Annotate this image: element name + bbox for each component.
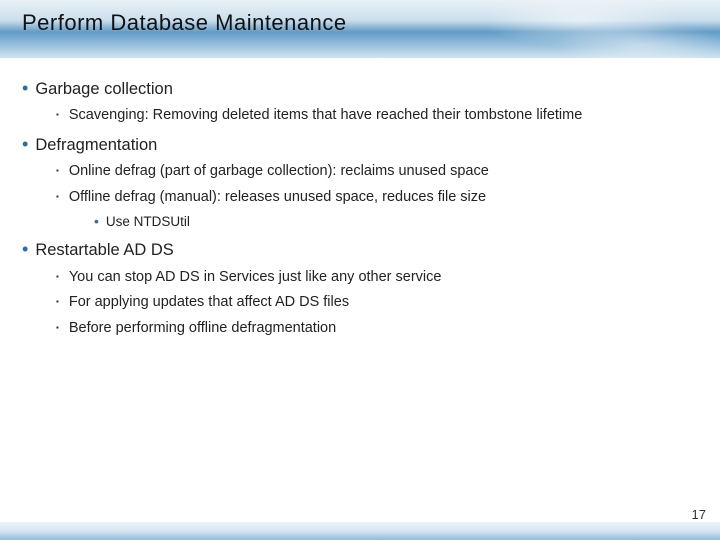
list-item: ▪ Before performing offline defragmentat…	[56, 319, 698, 339]
item-text: For applying updates that affect AD DS f…	[69, 293, 698, 313]
square-bullet-icon: ▪	[56, 319, 59, 337]
list-item: ▪ You can stop AD DS in Services just li…	[56, 268, 698, 288]
heading-text: Defragmentation	[35, 134, 698, 156]
bullet-icon: •	[22, 78, 28, 98]
slide-content: • Garbage collection ▪ Scavenging: Remov…	[22, 70, 698, 344]
bullet-icon: •	[94, 213, 99, 230]
item-text: You can stop AD DS in Services just like…	[69, 268, 698, 288]
list-item: ▪ Offline defrag (manual): releases unus…	[56, 188, 698, 208]
section-heading: • Restartable AD DS	[22, 239, 698, 261]
slide-title: Perform Database Maintenance	[22, 10, 347, 36]
section-heading: • Defragmentation	[22, 134, 698, 156]
square-bullet-icon: ▪	[56, 188, 59, 206]
sub-list-item: • Use NTDSUtil	[94, 213, 698, 231]
list-item: ▪ Scavenging: Removing deleted items tha…	[56, 106, 698, 126]
slide: Perform Database Maintenance • Garbage c…	[0, 0, 720, 540]
square-bullet-icon: ▪	[56, 293, 59, 311]
item-text: Offline defrag (manual): releases unused…	[69, 188, 698, 208]
section-heading: • Garbage collection	[22, 78, 698, 100]
heading-text: Garbage collection	[35, 78, 698, 100]
square-bullet-icon: ▪	[56, 162, 59, 180]
bullet-icon: •	[22, 134, 28, 154]
item-text: Online defrag (part of garbage collectio…	[69, 162, 698, 182]
subitem-text: Use NTDSUtil	[106, 213, 698, 231]
list-item: ▪ Online defrag (part of garbage collect…	[56, 162, 698, 182]
list-item: ▪ For applying updates that affect AD DS…	[56, 293, 698, 313]
item-text: Before performing offline defragmentatio…	[69, 319, 698, 339]
footer-band	[0, 522, 720, 540]
page-number: 17	[692, 507, 706, 522]
item-text: Scavenging: Removing deleted items that …	[69, 106, 698, 126]
bullet-icon: •	[22, 239, 28, 259]
heading-text: Restartable AD DS	[35, 239, 698, 261]
square-bullet-icon: ▪	[56, 106, 59, 124]
square-bullet-icon: ▪	[56, 268, 59, 286]
